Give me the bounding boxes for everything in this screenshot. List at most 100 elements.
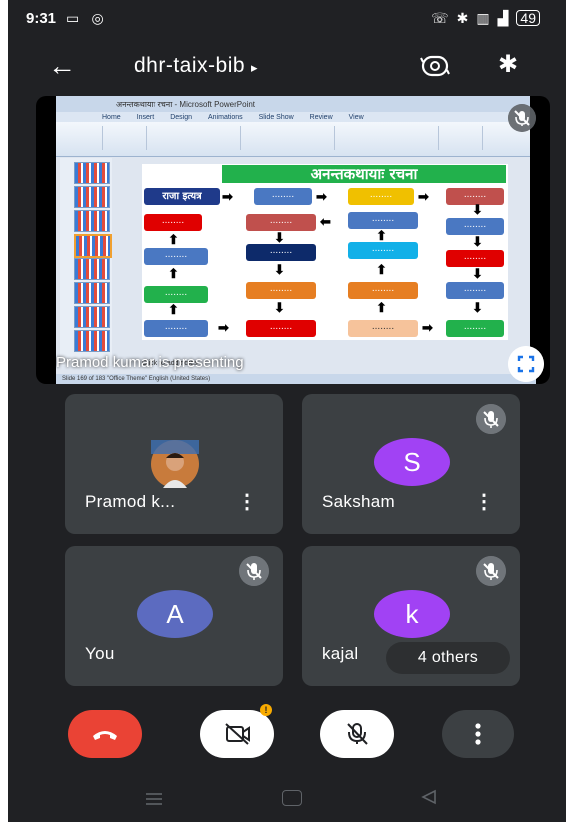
- ppt-tab: View: [348, 113, 364, 121]
- back-triangle-icon[interactable]: [420, 788, 438, 806]
- status-left-icons: ▭ ◎: [66, 10, 112, 27]
- flow-box: ........: [144, 214, 202, 231]
- arrow-right-icon: ➡: [222, 189, 233, 204]
- flow-box: ........: [246, 320, 316, 337]
- flow-box: ........: [348, 320, 418, 337]
- arrow-up-icon: ⬆: [376, 300, 387, 315]
- mic-off-icon: [239, 556, 269, 586]
- wifi-calling-icon: ☏: [431, 9, 449, 26]
- status-bar: 9:31 ▭ ◎ ☏ ✱ ▥ ▟ 49: [8, 0, 566, 36]
- arrow-right-icon: ➡: [316, 189, 327, 204]
- avatar-initial: k: [374, 590, 450, 638]
- flow-box: ........: [446, 320, 504, 337]
- slide-thumbnail: [74, 282, 110, 304]
- current-slide: अनन्तकथायाः रचना राजा इत्यत्र ➡ ........…: [142, 164, 508, 340]
- back-arrow-icon[interactable]: ←: [48, 50, 76, 82]
- arrow-up-icon: ⬆: [376, 262, 387, 277]
- slide-thumbnail: [74, 210, 110, 232]
- arrow-right-icon: ➡: [418, 189, 429, 204]
- caret-right-icon: ▸: [251, 60, 259, 75]
- fullscreen-icon[interactable]: [508, 346, 544, 382]
- slide-thumbnail: [74, 162, 110, 184]
- flow-box: ........: [446, 250, 504, 267]
- arrow-down-icon: ⬇: [472, 266, 483, 281]
- arrow-down-icon: ⬇: [274, 262, 285, 277]
- flow-box: ........: [246, 282, 316, 299]
- arrow-down-icon: ⬇: [274, 230, 285, 245]
- mic-off-icon: [476, 404, 506, 434]
- participant-name: Saksham: [322, 492, 395, 511]
- slide-thumbnail: [74, 258, 110, 280]
- arrow-up-icon: ⬆: [376, 228, 387, 243]
- participant-tile-you[interactable]: A You: [65, 546, 283, 686]
- ppt-tab: Review: [309, 113, 333, 121]
- participant-name: kajal: [322, 644, 359, 663]
- end-call-icon: [93, 731, 117, 740]
- participant-name: You: [85, 644, 115, 663]
- participant-tile-kajal[interactable]: k kajal 4 others: [302, 546, 520, 686]
- others-button[interactable]: 4 others: [386, 642, 510, 674]
- ppt-tab: Insert: [136, 113, 155, 121]
- participant-name: Pramod k...: [85, 492, 176, 511]
- camera-toggle-button[interactable]: !: [200, 704, 274, 758]
- ppt-status-bar: Slide 169 of 183 "Office Theme" English …: [56, 374, 536, 384]
- flow-box: ........: [348, 212, 418, 229]
- ribbon-group: [106, 126, 147, 150]
- slide-title: अनन्तकथायाः रचना: [222, 165, 506, 183]
- recents-icon[interactable]: [144, 792, 164, 806]
- ribbon-group: [62, 126, 103, 150]
- presenter-label: Pramod kumar is presenting: [56, 354, 244, 371]
- switch-camera-icon[interactable]: [420, 52, 450, 80]
- flow-box: ........: [348, 188, 414, 205]
- more-vert-icon[interactable]: ⋮: [237, 489, 257, 514]
- meeting-code: dhr-taix-bib: [134, 54, 246, 77]
- presentation-tile[interactable]: अनन्तकथायाः रचना - Microsoft PowerPoint …: [36, 96, 550, 384]
- end-call-button[interactable]: [68, 710, 142, 758]
- flow-box: ........: [348, 282, 418, 299]
- system-nav-bar: [8, 776, 566, 822]
- flow-box: ........: [144, 286, 208, 303]
- more-vert-icon[interactable]: ⋮: [474, 489, 494, 514]
- ppt-slide-thumbnails: [60, 158, 112, 366]
- signal-icon: ▟: [497, 9, 509, 26]
- arrow-right-icon: ➡: [422, 320, 433, 335]
- more-vert-icon: [475, 723, 481, 745]
- participant-tile-saksham[interactable]: S Saksham ⋮: [302, 394, 520, 534]
- mic-off-icon: [508, 104, 536, 132]
- arrow-right-icon: ➡: [218, 320, 229, 335]
- mic-toggle-button[interactable]: [320, 710, 394, 758]
- bluetooth-audio-icon[interactable]: ✱: [498, 50, 518, 79]
- arrow-down-icon: ⬇: [472, 234, 483, 249]
- flow-box: ........: [446, 282, 504, 299]
- volte-icon: ▥: [476, 9, 490, 26]
- arrow-up-icon: ⬆: [168, 302, 179, 317]
- ppt-tab: Home: [102, 113, 121, 121]
- camera-off-icon: [225, 723, 250, 745]
- arrow-left-icon: ⬅: [320, 214, 331, 229]
- meeting-code-button[interactable]: dhr-taix-bib ▸: [134, 54, 258, 78]
- bluetooth-vibrate-icon: ✱: [456, 9, 469, 26]
- more-options-button[interactable]: [442, 710, 514, 758]
- arrow-down-icon: ⬇: [472, 300, 483, 315]
- ppt-tab: Design: [170, 113, 192, 121]
- avatar: [151, 440, 199, 488]
- flow-box: ........: [144, 248, 208, 265]
- top-app-bar: ← dhr-taix-bib ▸ ✱: [8, 44, 566, 92]
- arrow-down-icon: ⬇: [472, 202, 483, 217]
- meet-screen: 9:31 ▭ ◎ ☏ ✱ ▥ ▟ 49 ← dhr-taix-bib ▸ ✱ अन…: [8, 0, 566, 822]
- arrow-down-icon: ⬇: [274, 300, 285, 315]
- arrow-up-icon: ⬆: [168, 232, 179, 247]
- status-right-icons: ☏ ✱ ▥ ▟ 49: [431, 10, 548, 27]
- participant-tile-pramod[interactable]: Pramod k... ⋮: [65, 394, 283, 534]
- camera-badge: !: [260, 704, 272, 716]
- slide-thumbnail: [74, 186, 110, 208]
- ppt-ribbon-tabs: Home Insert Design Animations Slide Show…: [56, 112, 530, 122]
- slide-thumbnail: [74, 306, 110, 328]
- home-icon[interactable]: [282, 790, 302, 806]
- mic-off-icon: [476, 556, 506, 586]
- flow-box: ........: [446, 218, 504, 235]
- slide-thumbnail: [74, 330, 110, 352]
- ppt-ribbon: [56, 122, 530, 157]
- flow-box: ........: [348, 242, 418, 259]
- battery-indicator: 49: [516, 10, 540, 26]
